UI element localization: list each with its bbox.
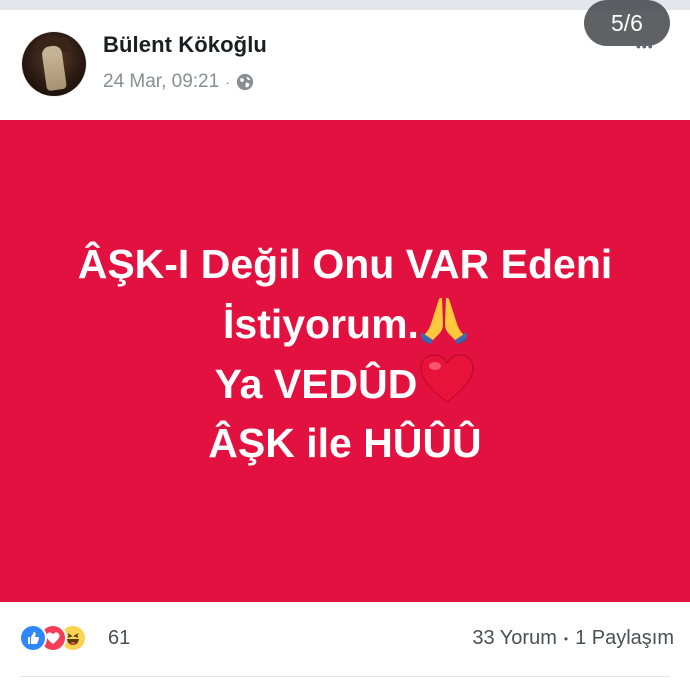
red-heart-emoji [420, 354, 474, 403]
image-counter-badge: 5/6 [584, 0, 670, 46]
avatar[interactable] [22, 32, 86, 96]
post-image[interactable]: ÂŞK-I Değil Onu VAR Edeni İstiyorum. Ya … [0, 120, 690, 602]
post-meta: 24 Mar, 09:21 · [103, 71, 254, 93]
text-line-4: ÂŞK ile HÛÛÛ [208, 420, 482, 466]
text-line-2: İstiyorum. [78, 294, 613, 354]
text-line-1: ÂŞK-I Değil Onu VAR Edeni [77, 241, 613, 287]
post-image-text: ÂŞK-I Değil Onu VAR Edeni İstiyorum. Ya … [78, 235, 613, 473]
shares-count[interactable]: 1 Paylaşım [575, 627, 674, 650]
text-line-3: Ya VEDÛD [78, 354, 613, 414]
top-divider [0, 0, 690, 10]
reaction-icons[interactable] [19, 624, 87, 652]
post-screenshot: Bülent Kökoğlu 24 Mar, 09:21 · 5/6 ••• Â… [0, 0, 690, 690]
engagement-summary: 33 Yorum • 1 Paylaşım [472, 627, 674, 650]
bottom-divider [20, 676, 670, 677]
comments-count[interactable]: 33 Yorum [472, 627, 557, 650]
author-name[interactable]: Bülent Kökoğlu [103, 32, 267, 58]
more-options-icon[interactable]: ••• [636, 38, 654, 54]
like-reaction-icon [19, 624, 47, 652]
reactions-bar: 61 33 Yorum • 1 Paylaşım [0, 602, 690, 680]
post-timestamp[interactable]: 24 Mar, 09:21 [103, 71, 219, 93]
meta-separator: · [225, 74, 230, 90]
engagement-separator: • [563, 631, 569, 646]
globe-icon[interactable] [236, 73, 254, 91]
folded-hands-emoji [420, 297, 467, 344]
reaction-count[interactable]: 61 [108, 627, 130, 650]
